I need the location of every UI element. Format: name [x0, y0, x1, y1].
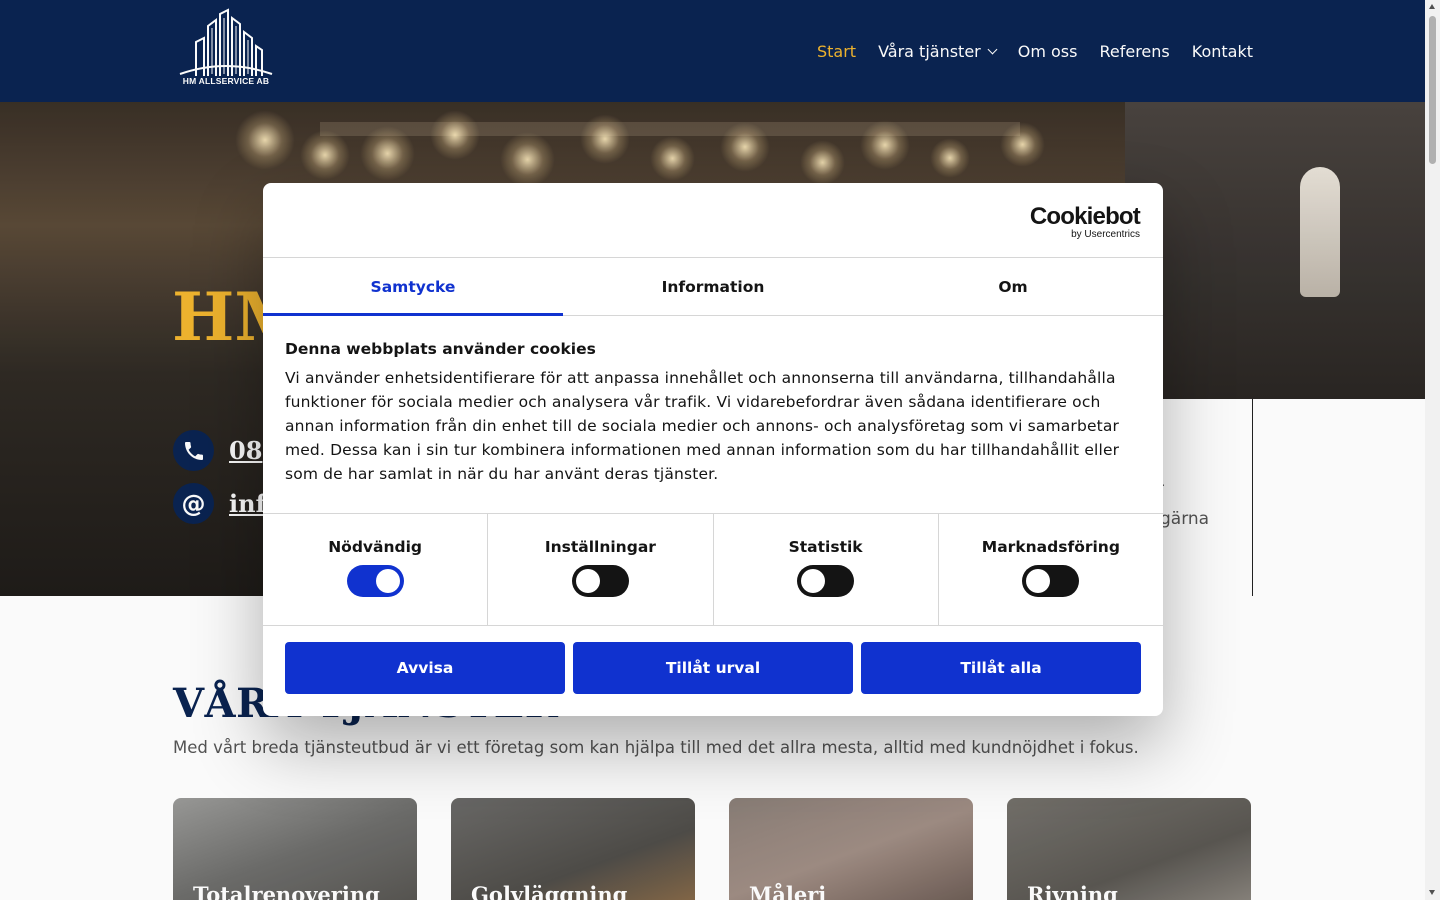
switch-knob	[801, 569, 826, 593]
deny-button[interactable]: Avvisa	[285, 642, 565, 694]
cookie-buttons: Avvisa Tillåt urval Tillåt alla	[263, 626, 1163, 710]
toggle-label: Marknadsföring	[981, 538, 1120, 556]
scroll-thumb[interactable]	[1429, 16, 1436, 164]
cookiebot-logo[interactable]: Cookiebot by Usercentrics	[1029, 203, 1141, 240]
cookie-category-toggles: Nödvändig Inställningar Statistik Markna…	[263, 514, 1163, 626]
switch-knob	[375, 569, 400, 593]
cookiebot-brand-sub: by Usercentrics	[1071, 229, 1140, 240]
cookie-body: Denna webbplats använder cookies Vi anvä…	[263, 316, 1163, 514]
tab-information[interactable]: Information	[563, 258, 863, 315]
tab-samtycke[interactable]: Samtycke	[263, 258, 563, 316]
allow-selection-button[interactable]: Tillåt urval	[573, 642, 853, 694]
cookie-tabs: Samtycke Information Om	[263, 258, 1163, 316]
statistics-switch[interactable]	[797, 565, 855, 597]
toggle-marknadsforing: Marknadsföring	[939, 514, 1163, 625]
toggle-label: Inställningar	[544, 538, 656, 556]
cookie-description: Vi använder enhetsidentifierare för att …	[285, 369, 1120, 483]
scroll-down-arrow-icon[interactable]	[1429, 890, 1435, 895]
allow-all-button[interactable]: Tillåt alla	[861, 642, 1141, 694]
toggle-label: Statistik	[788, 538, 863, 556]
toggle-label: Nödvändig	[328, 538, 423, 556]
toggle-installningar: Inställningar	[488, 514, 714, 625]
scroll-up-arrow-icon[interactable]	[1429, 4, 1435, 9]
cookie-dialog-header: Cookiebot by Usercentrics	[263, 183, 1163, 258]
tab-om[interactable]: Om	[863, 258, 1163, 315]
switch-knob	[575, 569, 600, 593]
cookiebot-brand: Cookiebot	[1029, 203, 1141, 230]
toggle-statistik: Statistik	[714, 514, 939, 625]
cookie-consent-dialog: Cookiebot by Usercentrics Samtycke Infor…	[263, 183, 1163, 716]
necessary-switch[interactable]	[346, 565, 404, 597]
cookie-title: Denna webbplats använder cookies	[285, 340, 596, 358]
page-scrollbar[interactable]	[1425, 0, 1440, 900]
preferences-switch[interactable]	[571, 565, 629, 597]
marketing-switch[interactable]	[1022, 565, 1080, 597]
switch-knob	[1026, 569, 1051, 593]
toggle-nodvandig: Nödvändig	[263, 514, 489, 625]
